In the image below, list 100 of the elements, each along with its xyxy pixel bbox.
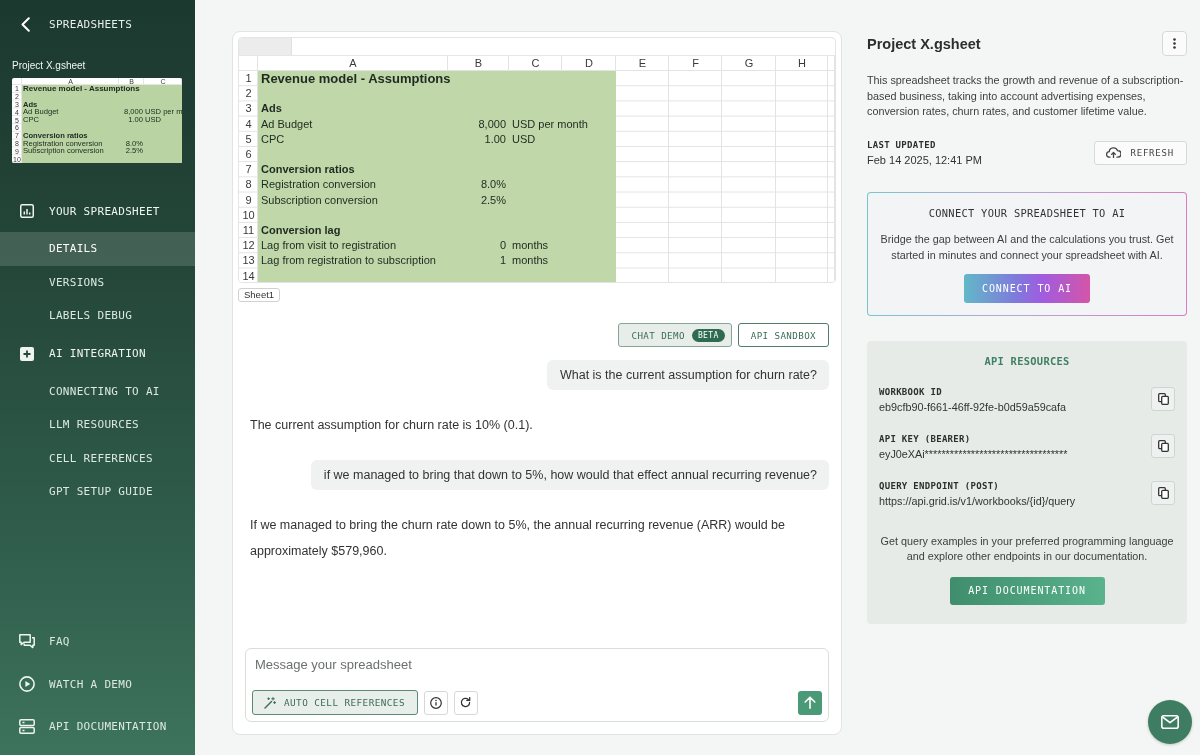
back-link[interactable]: SPREADSHEETS: [0, 0, 141, 48]
column-header: C: [530, 56, 541, 71]
sheet-cell-text: Conversion lag: [260, 222, 342, 238]
refresh-icon: [460, 697, 472, 708]
row-number: 1: [244, 71, 253, 87]
arrow-up-icon: [804, 696, 816, 709]
row-number: 13: [241, 253, 256, 269]
magic-wand-icon: [264, 696, 276, 709]
card-title: API RESOURCES: [984, 353, 1070, 368]
mode-tab[interactable]: CHAT DEMO BETA: [618, 323, 732, 347]
info-button[interactable]: [423, 690, 448, 715]
mail-button[interactable]: [1148, 700, 1192, 744]
sidebar-link[interactable]: FAQ: [0, 620, 78, 663]
field-label: WORKBOOK ID: [879, 386, 943, 397]
sheet-cell-text: 2.5%: [479, 192, 507, 208]
field-value: https://api.grid.is/v1/workbooks/{id}/query: [879, 493, 1076, 508]
sheet-cell-text: USD: [511, 131, 537, 147]
chat-bubbles-icon: [19, 634, 35, 650]
card-title: CONNECT YOUR SPREADSHEET TO AI: [928, 205, 1126, 220]
row-number: 8: [244, 177, 253, 193]
column-header: B: [473, 56, 484, 71]
field-label: QUERY ENDPOINT (POST): [879, 480, 1001, 491]
copy-icon: [1157, 486, 1169, 499]
sheet-cell-text: 1: [498, 253, 507, 269]
message-input[interactable]: Message your spreadsheet: [252, 652, 822, 676]
sheet-cell-text: Revenue model - Assumptions: [260, 71, 452, 87]
send-button[interactable]: [798, 690, 822, 715]
sheet-cell-text: Revenue model - Assumptions: [22, 85, 141, 93]
refresh-button[interactable]: [453, 690, 478, 715]
row-number: 7: [244, 162, 253, 178]
row-number: 2: [244, 86, 253, 102]
nav-item[interactable]: CELL REFERENCES: [0, 441, 195, 475]
connect-button[interactable]: CONNECT TO AI: [964, 273, 1090, 303]
row-number: 12: [241, 238, 256, 254]
sheet-cell-text: 0: [498, 238, 507, 254]
row-number: 11: [241, 222, 256, 238]
sheet-tab[interactable]: Sheet1: [238, 288, 281, 302]
card-text: Bridge the gap between AI and the calculations you trust. Get started in minutes and connect your spreadsheet with AI.: [880, 231, 1174, 263]
panel-title: Project X.gsheet: [867, 35, 981, 52]
column-header: D: [584, 56, 594, 71]
beta-badge: BETA: [691, 328, 725, 342]
bar-chart-icon: [20, 204, 34, 218]
sheet-cell-text: USD per month: [511, 116, 589, 132]
copy-button[interactable]: [1151, 480, 1175, 505]
user-message: if we managed to bring that down to 5%, how would that effect annual recurring revenue?: [310, 460, 829, 490]
user-message: What is the current assumption for churn rate?: [546, 360, 829, 390]
sheet-cell-text: 8,000: [477, 116, 507, 132]
sheet-cell-text: Registration conversion: [260, 177, 377, 193]
info-icon: [429, 696, 442, 709]
nav-item[interactable]: VERSIONS: [0, 265, 195, 299]
card-text: Get query examples in your preferred programming language and explore other endpoints in our documentation.: [879, 533, 1175, 564]
sidebar-link[interactable]: API DOCUMENTATION: [0, 705, 175, 748]
documentation-button[interactable]: API DOCUMENTATION: [949, 576, 1105, 605]
plus-square-icon: [20, 346, 34, 361]
sheet-cell-text: Lag from visit to registration: [260, 238, 398, 254]
sheet-cell-text: 1.00: [483, 131, 507, 147]
copy-button[interactable]: [1151, 386, 1175, 411]
field-label: API KEY (BEARER): [879, 433, 972, 444]
copy-button[interactable]: [1151, 433, 1175, 458]
play-circle-icon: [19, 676, 35, 693]
sheet-cell-text: Subscription conversion: [260, 192, 379, 208]
copy-icon: [1157, 439, 1169, 452]
mode-tab[interactable]: API SANDBOX: [737, 323, 829, 347]
sheet-cell-text: 8.0%: [479, 177, 507, 193]
row-number: 4: [244, 116, 253, 132]
file-name: Project X.gsheet: [12, 60, 86, 72]
field-value: eyJ0eXAi**********************************: [879, 446, 1068, 461]
sheet-cell-text: Ads: [260, 101, 283, 117]
assistant-message: The current assumption for churn rate is 10% (0.1).: [250, 417, 533, 434]
nav-item[interactable]: GPT SETUP GUIDE: [0, 475, 195, 509]
column-header: A: [348, 56, 358, 71]
message-composer[interactable]: Message your spreadsheet AUTO CELL REFERENCES: [245, 648, 829, 722]
row-number: 10: [241, 207, 256, 223]
field-value: eb9cfb90-f661-46ff-92fe-b0d59a59cafa: [879, 399, 1067, 414]
description-text: This spreadsheet tracks the growth and revenue of a subscription-based business, taking into account advertising expenses, conversion rates, churn rates, and customer lifetime value.: [867, 73, 1185, 119]
nav-item[interactable]: LABELS DEBUG: [0, 299, 195, 333]
row-number: 9: [244, 192, 253, 208]
nav-item[interactable]: CONNECTING TO AI: [0, 374, 195, 408]
column-header: H: [797, 56, 807, 71]
server-icon: [19, 719, 35, 735]
copy-icon: [1157, 392, 1169, 405]
envelope-icon: [1161, 715, 1179, 729]
updated-date: Feb 14 2025, 12:41 PM: [867, 153, 982, 166]
sheet-cell-text: Ad Budget: [260, 116, 314, 132]
row-number: 5: [244, 131, 253, 147]
nav-item[interactable]: LLM RESOURCES: [0, 408, 195, 442]
more-options-button[interactable]: [1162, 31, 1187, 56]
chevron-left-icon: [21, 16, 30, 32]
assistant-message: If we managed to bring the churn rate down to 5%, the annual recurring revenue (ARR) would be approximately $579,960.: [250, 517, 787, 560]
sheet-cell-text: Conversion ratios: [260, 162, 356, 178]
sidebar-link[interactable]: WATCH A DEMO: [0, 663, 141, 706]
column-header: F: [691, 56, 700, 71]
more-options-icon: [1173, 38, 1176, 49]
refresh-button[interactable]: REFRESH: [1094, 140, 1187, 165]
sheet-cell-text: months: [511, 238, 550, 254]
nav-item[interactable]: DETAILS: [0, 232, 195, 266]
row-number: 6: [244, 147, 253, 163]
section-title: YOUR SPREADSHEET: [49, 204, 160, 218]
sheet-cell-text: months: [511, 253, 550, 269]
auto-references-button[interactable]: AUTO CELL REFERENCES: [252, 690, 418, 715]
